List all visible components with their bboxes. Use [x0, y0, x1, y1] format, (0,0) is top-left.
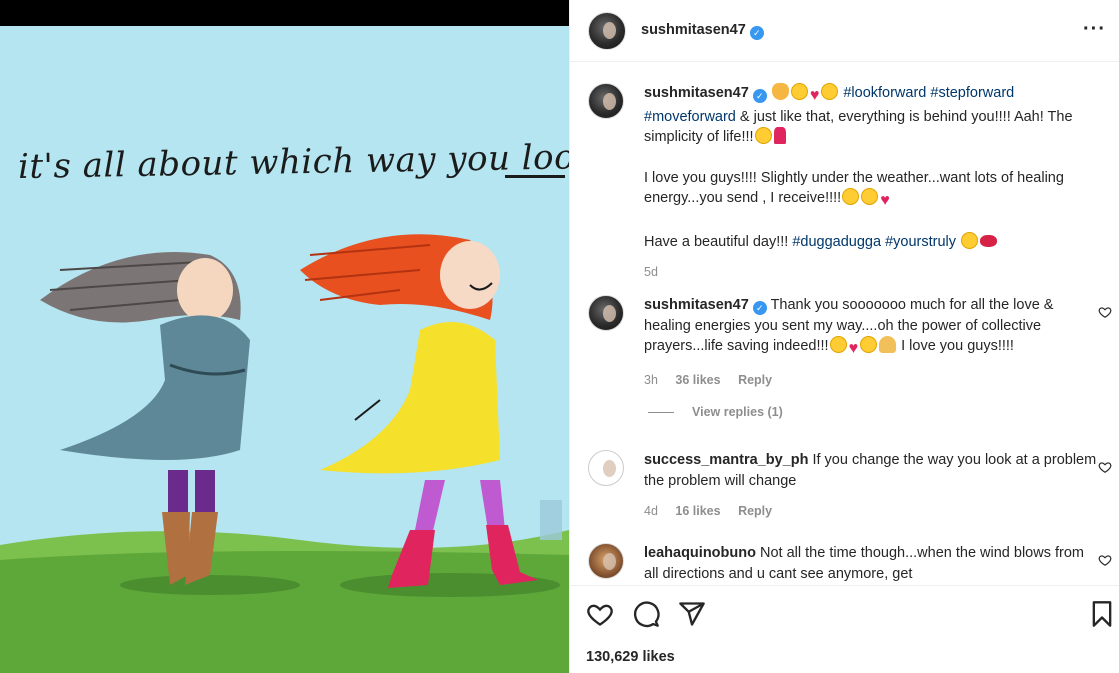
hashtag-link[interactable]: #yourstruly: [885, 234, 956, 250]
post-caption: sushmitasen47 ✓ ♥ #lookforward #stepforwa…: [588, 83, 1098, 283]
comment-username[interactable]: success_mantra_by_ph: [644, 452, 808, 468]
star-eyes-emoji-icon: [790, 83, 808, 100]
post-image[interactable]: it's all about which way you look: [0, 0, 569, 673]
replies-divider: [648, 411, 674, 413]
comment-icon[interactable]: [632, 600, 660, 628]
avatar[interactable]: [588, 11, 626, 50]
hugging-emoji-icon: [821, 83, 839, 100]
verified-icon: ✓: [752, 89, 767, 103]
hugging-emoji-icon: [829, 336, 847, 353]
waving-hand-icon: [771, 83, 789, 100]
comment-username[interactable]: sushmitasen47: [644, 297, 749, 313]
comment-time: 4d: [644, 504, 658, 518]
hashtag-link[interactable]: #lookforward #stepforward: [843, 85, 1014, 101]
caption-text: Have a beautiful day!!!: [644, 233, 793, 250]
heart-icon[interactable]: [586, 600, 614, 628]
halo-emoji-icon: [860, 336, 878, 353]
avatar[interactable]: [588, 83, 624, 119]
red-heart-icon: ♥: [809, 87, 820, 104]
red-heart-icon: ♥: [880, 192, 890, 209]
image-caption-underline: [505, 175, 565, 178]
more-icon[interactable]: ···: [1083, 18, 1106, 41]
comments-list: sushmitasen47 ✓ ♥ #lookforward #stepforwa…: [570, 63, 1119, 585]
kiss-lips-icon: [980, 234, 998, 247]
heart-icon[interactable]: [1098, 305, 1112, 319]
avatar[interactable]: [588, 543, 624, 579]
comment-item: leahaquinobuno Not all the time though..…: [588, 543, 1112, 584]
caption-time: 5d: [644, 265, 658, 279]
bookmark-icon[interactable]: [1088, 600, 1116, 628]
share-icon[interactable]: [678, 600, 706, 628]
hashtag-link[interactable]: #duggadugga: [792, 234, 881, 250]
comment-time: 3h: [644, 372, 658, 387]
comment-likes[interactable]: 36 likes: [675, 373, 720, 387]
avatar[interactable]: [588, 295, 624, 331]
illustration: [0, 234, 569, 673]
heart-icon[interactable]: [1098, 460, 1112, 474]
wink-emoji-icon: [842, 188, 860, 205]
likes-count[interactable]: 130,629 likes: [586, 649, 675, 665]
verified-icon: ✓: [752, 301, 767, 315]
reply-button[interactable]: Reply: [738, 373, 772, 387]
comment-likes[interactable]: 16 likes: [675, 504, 720, 518]
post-side-panel: sushmitasen47 ✓ ··· sushmitasen47 ✓ ♥ #loo…: [569, 0, 1119, 673]
comment-item: success_mantra_by_ph If you change the w…: [588, 450, 1112, 522]
verified-icon: ✓: [749, 25, 764, 40]
comment-text-tail: I love you guys!!!!: [897, 338, 1014, 354]
hugging-emoji-icon: [961, 231, 979, 249]
praying-hands-icon: [879, 336, 897, 353]
post-header: sushmitasen47 ✓ ···: [570, 0, 1119, 62]
view-replies-button[interactable]: View replies (1): [648, 405, 783, 419]
view-replies-label: View replies (1): [692, 405, 783, 419]
dancer-icon: [773, 127, 786, 144]
halo-emoji-icon: [861, 188, 879, 205]
smile-emoji-icon: [754, 127, 772, 144]
hashtag-link[interactable]: #moveforward: [644, 109, 736, 125]
header-username[interactable]: sushmitasen47 ✓: [641, 22, 764, 40]
reply-button[interactable]: Reply: [738, 504, 772, 518]
comment-item: sushmitasen47 ✓ Thank you sooooooo much f…: [588, 295, 1112, 390]
comment-username[interactable]: leahaquinobuno: [644, 545, 756, 561]
heart-icon[interactable]: [1098, 553, 1112, 567]
action-bar: 130,629 likes: [570, 585, 1119, 673]
avatar[interactable]: [588, 450, 624, 486]
caption-username[interactable]: sushmitasen47: [644, 85, 749, 101]
red-heart-icon: ♥: [848, 340, 859, 357]
